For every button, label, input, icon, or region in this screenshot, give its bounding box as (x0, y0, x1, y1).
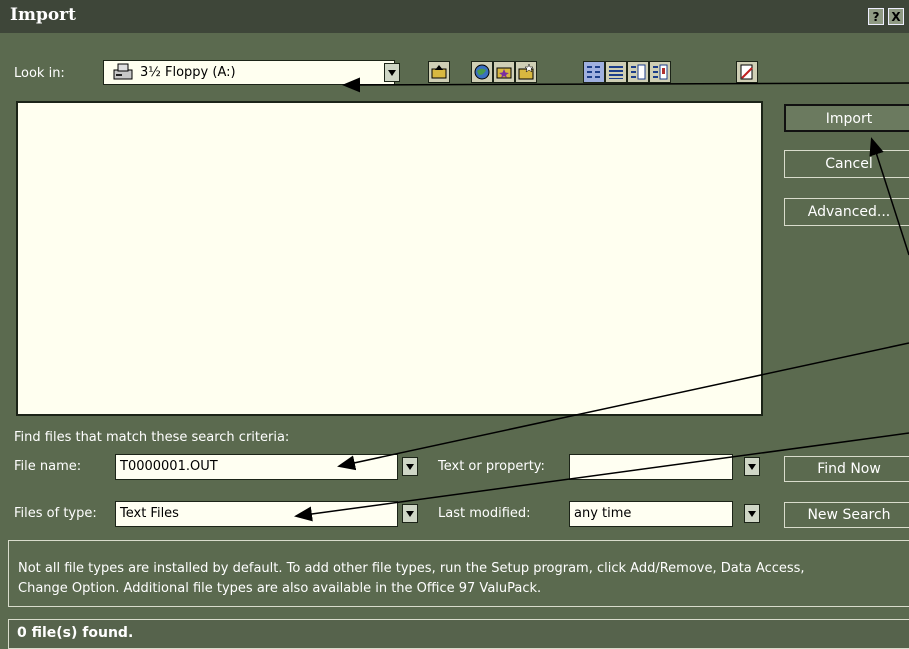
arrow-to-file-name (337, 342, 909, 471)
annotation-arrows (294, 77, 909, 522)
arrow-to-look-in (342, 77, 909, 93)
arrow-to-files-of-type (294, 432, 909, 522)
arrow-to-import (869, 137, 909, 256)
